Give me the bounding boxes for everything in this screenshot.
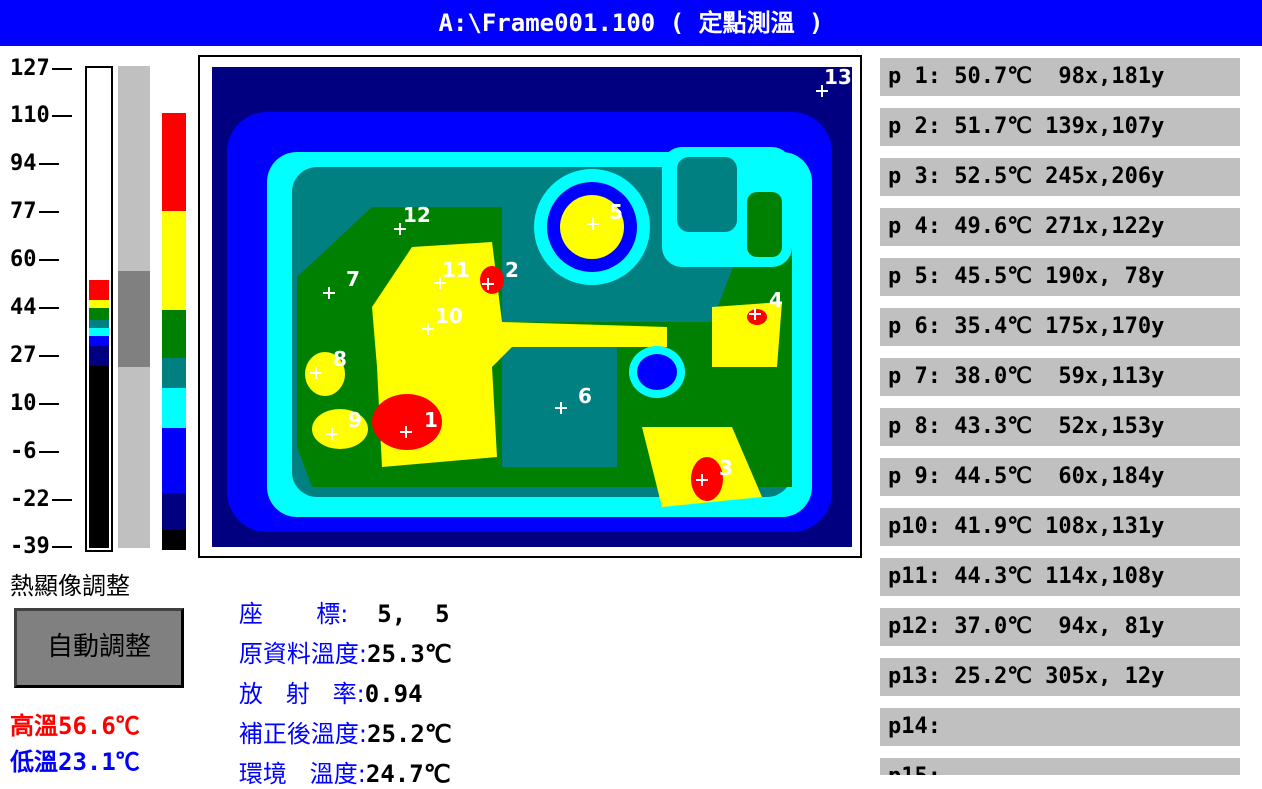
point-row[interactable]: p11: 44.3℃ 114x,108y bbox=[880, 558, 1240, 596]
point-row[interactable]: p 4: 49.6℃ 271x,122y bbox=[880, 208, 1240, 246]
ambient-temp-value: 24.7℃ bbox=[365, 760, 451, 788]
thermal-adjust-label: 熱顯像調整 bbox=[10, 572, 130, 600]
ambient-temp-readout: 環境 溫度:24.7℃ bbox=[210, 726, 451, 789]
bar-segment bbox=[89, 280, 109, 300]
scale-label: -39 bbox=[10, 536, 72, 558]
point-row[interactable]: p12: 37.0℃ 94x, 81y bbox=[880, 608, 1240, 646]
marker-label: 4 bbox=[769, 288, 783, 312]
point-row[interactable]: p 8: 43.3℃ 52x,153y bbox=[880, 408, 1240, 446]
window-title: A:\Frame001.100 ( 定點測溫 ) bbox=[0, 0, 1262, 46]
point-row[interactable]: p 5: 45.5℃ 190x, 78y bbox=[880, 258, 1240, 296]
marker-label: 11 bbox=[442, 258, 470, 282]
range-slider-thumb[interactable] bbox=[118, 271, 150, 367]
range-slider[interactable] bbox=[118, 66, 150, 548]
point-row[interactable]: p 1: 50.7℃ 98x,181y bbox=[880, 58, 1240, 96]
marker-label: 7 bbox=[346, 267, 360, 291]
marker-label: 3 bbox=[719, 456, 733, 480]
bar-segment bbox=[89, 346, 109, 366]
scale-label: 44 bbox=[10, 297, 59, 319]
scale-label: 60 bbox=[10, 249, 59, 271]
marker-label: 9 bbox=[348, 408, 362, 432]
marker-label: 2 bbox=[505, 258, 519, 282]
bar-segment bbox=[89, 300, 109, 308]
marker-label: 8 bbox=[333, 347, 347, 371]
palette-swatch bbox=[162, 530, 186, 550]
high-temp-readout: 高溫56.6℃ bbox=[10, 712, 140, 740]
scale-label: -22 bbox=[10, 489, 72, 511]
point-row[interactable]: p 7: 38.0℃ 59x,113y bbox=[880, 358, 1240, 396]
point-row[interactable]: p 2: 51.7℃ 139x,107y bbox=[880, 108, 1240, 146]
thermal-image[interactable]: 1 2 3 4 5 6 7 8 9 10 11 12 13 bbox=[212, 67, 852, 547]
bar-segment bbox=[89, 308, 109, 320]
palette-swatch bbox=[162, 428, 186, 493]
scale-label: 94 bbox=[10, 153, 59, 175]
palette-swatch bbox=[162, 358, 186, 388]
marker-label: 6 bbox=[578, 384, 592, 408]
marker-label: 5 bbox=[609, 200, 623, 224]
scale-label: -6 bbox=[10, 441, 59, 463]
point-row[interactable]: p 3: 52.5℃ 245x,206y bbox=[880, 158, 1240, 196]
palette-swatch bbox=[162, 211, 186, 310]
scale-label: 127 bbox=[10, 58, 72, 80]
scale-label: 27 bbox=[10, 345, 59, 367]
bar-segment bbox=[89, 328, 109, 336]
point-row[interactable]: p15: bbox=[880, 758, 1240, 775]
scale-label: 77 bbox=[10, 201, 59, 223]
palette-swatch bbox=[162, 493, 186, 530]
thermal-image-frame: 1 2 3 4 5 6 7 8 9 10 11 12 13 bbox=[198, 55, 862, 558]
point-row[interactable]: p10: 41.9℃ 108x,131y bbox=[880, 508, 1240, 546]
marker-label: 12 bbox=[403, 203, 431, 227]
palette-swatch bbox=[162, 310, 186, 358]
bar-segment bbox=[89, 336, 109, 346]
palette-swatch bbox=[162, 388, 186, 428]
low-temp-readout: 低溫23.1℃ bbox=[10, 748, 140, 776]
bar-segment bbox=[89, 366, 109, 548]
bar-segment bbox=[89, 320, 109, 328]
scale-label: 10 bbox=[10, 393, 59, 415]
point-row[interactable]: p 9: 44.5℃ 60x,184y bbox=[880, 458, 1240, 496]
marker-label: 1 bbox=[424, 408, 438, 432]
point-row[interactable]: p14: bbox=[880, 708, 1240, 746]
temperature-range-bar bbox=[85, 66, 113, 552]
point-row[interactable]: p 6: 35.4℃ 175x,170y bbox=[880, 308, 1240, 346]
marker-label: 13 bbox=[824, 67, 852, 89]
ambient-temp-label: 環境 溫度: bbox=[238, 760, 366, 788]
auto-adjust-button[interactable]: 自動調整 bbox=[14, 608, 184, 688]
scale-label: 110 bbox=[10, 105, 72, 127]
point-row[interactable]: p13: 25.2℃ 305x, 12y bbox=[880, 658, 1240, 696]
marker-label: 10 bbox=[435, 304, 463, 328]
palette-swatch bbox=[162, 113, 186, 211]
